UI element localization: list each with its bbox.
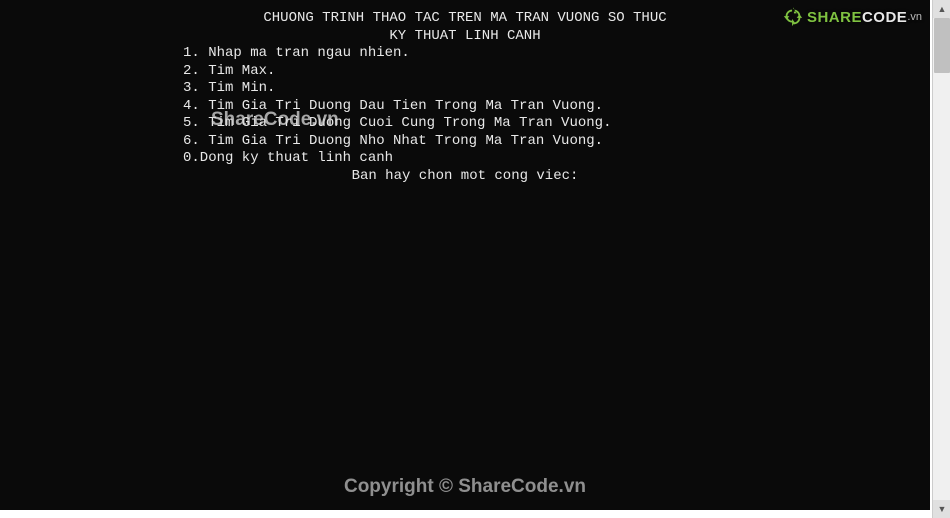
input-prompt: Ban hay chon mot cong viec:: [0, 168, 930, 186]
menu-item-5: 5. Tim Gia Tri Duong Cuoi Cung Trong Ma …: [0, 115, 930, 133]
program-title-2: KY THUAT LINH CANH: [0, 28, 930, 46]
menu-item-0: 0.Dong ky thuat linh canh: [0, 150, 930, 168]
scroll-thumb[interactable]: [934, 18, 950, 73]
program-title-1: CHUONG TRINH THAO TAC TREN MA TRAN VUONG…: [0, 10, 930, 28]
menu-item-2: 2. Tim Max.: [0, 63, 930, 81]
vertical-scrollbar[interactable]: ▲ ▼: [932, 0, 950, 518]
scroll-up-button[interactable]: ▲: [933, 0, 950, 18]
menu-item-1: 1. Nhap ma tran ngau nhien.: [0, 45, 930, 63]
menu-item-6: 6. Tim Gia Tri Duong Nho Nhat Trong Ma T…: [0, 133, 930, 151]
menu-item-4: 4. Tim Gia Tri Duong Dau Tien Trong Ma T…: [0, 98, 930, 116]
console-output: CHUONG TRINH THAO TAC TREN MA TRAN VUONG…: [0, 0, 930, 510]
menu-item-3: 3. Tim Min.: [0, 80, 930, 98]
scroll-down-button[interactable]: ▼: [933, 500, 950, 518]
